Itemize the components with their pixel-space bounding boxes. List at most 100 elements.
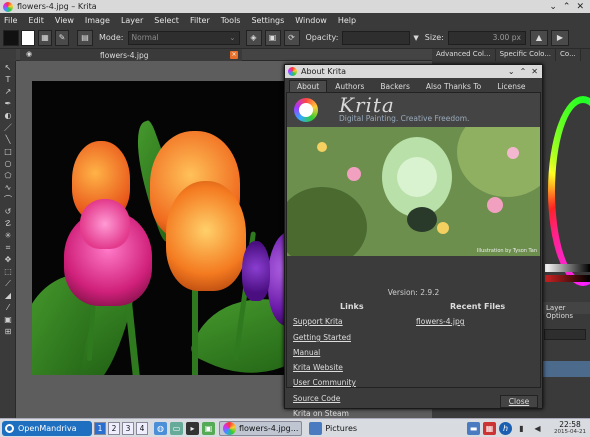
dialog-close-icon[interactable]: ✕: [531, 67, 538, 76]
polygon-tool-icon[interactable]: ⬠: [3, 171, 13, 180]
document-tab[interactable]: ◉ flowers-4.jpg ×: [20, 49, 242, 61]
recent-file-item[interactable]: flowers-4.jpg: [416, 317, 465, 326]
freehand-brush-icon[interactable]: ／: [3, 123, 13, 132]
color-picker-icon[interactable]: ⁄: [3, 303, 13, 312]
crop-tool-icon[interactable]: ⌗: [3, 243, 13, 252]
preserve-alpha-icon[interactable]: ▣: [264, 29, 281, 46]
app-launcher-icon[interactable]: ▣: [202, 421, 215, 435]
start-menu-button[interactable]: OpenMandriva: [2, 420, 92, 436]
assistant-tool-icon[interactable]: ▣: [3, 315, 13, 324]
layer-options-label[interactable]: Layer Options: [540, 302, 590, 320]
terminal-icon[interactable]: ▸: [186, 421, 199, 435]
minimize-icon[interactable]: ⌄: [549, 2, 557, 12]
tab-thanks[interactable]: Also Thanks To: [418, 80, 489, 92]
reload-preset-icon[interactable]: ⟳: [283, 29, 300, 46]
menu-filter[interactable]: Filter: [190, 16, 210, 25]
clock[interactable]: 22:58 2015-04-21: [554, 420, 586, 435]
dynamic-brush-icon[interactable]: ☡: [3, 219, 13, 228]
background-color-swatch[interactable]: [21, 29, 35, 46]
layer-options-text: Layer Options: [546, 304, 574, 320]
desktop-4[interactable]: 4: [136, 421, 148, 435]
mirror-icon[interactable]: ▲: [529, 29, 548, 46]
taskbar-task-pictures[interactable]: Pictures: [306, 421, 360, 436]
dock-tab-specific-color[interactable]: Specific Colo...: [496, 49, 557, 61]
bezier-tool-icon[interactable]: ⌒: [3, 195, 13, 204]
play-icon[interactable]: ▶: [550, 29, 569, 46]
blend-mode-select[interactable]: Normal ⌄: [127, 30, 240, 45]
menu-window[interactable]: Window: [295, 16, 327, 25]
polyline-tool-icon[interactable]: ∿: [3, 183, 13, 192]
tab-authors[interactable]: Authors: [327, 80, 372, 92]
fill-tool-icon[interactable]: ◢: [3, 291, 13, 300]
volume-icon[interactable]: ◀: [531, 422, 544, 435]
eraser-mode-icon[interactable]: ◈: [245, 29, 262, 46]
recent-files-heading: Recent Files: [450, 302, 506, 311]
multibrush-icon[interactable]: ✳: [3, 231, 13, 240]
edit-shapes-icon[interactable]: ↗: [3, 87, 13, 96]
select-shapes-icon[interactable]: ↖: [3, 63, 13, 72]
size-slider[interactable]: 3.00 px: [447, 30, 526, 45]
calligraphy-icon[interactable]: ✒: [3, 99, 13, 108]
dock-tab-advanced-color[interactable]: Advanced Col...: [432, 49, 496, 61]
pattern-icon[interactable]: ▤: [77, 29, 93, 46]
hp-printer-icon[interactable]: ℎ: [499, 421, 512, 435]
red-gradient-bar[interactable]: [545, 275, 590, 282]
close-window-icon[interactable]: ✕: [576, 2, 584, 12]
ellipse-tool-icon[interactable]: ○: [3, 159, 13, 168]
desktop-1[interactable]: 1: [94, 421, 106, 435]
gradient-icon[interactable]: ▦: [38, 29, 52, 46]
maximize-icon[interactable]: ⌃: [563, 2, 571, 12]
updates-icon[interactable]: ▦: [483, 421, 496, 435]
splash-credit: Illustration by Tyson Tan: [476, 248, 537, 254]
foreground-color-swatch[interactable]: [3, 29, 19, 46]
dock-tab-color[interactable]: Co...: [556, 49, 581, 61]
opacity-slider[interactable]: [342, 30, 411, 45]
desktop-2[interactable]: 2: [108, 421, 120, 435]
browser-icon[interactable]: ◍: [154, 421, 167, 435]
link-krita-website[interactable]: Krita Website: [293, 363, 343, 372]
dialog-maximize-icon[interactable]: ⌃: [520, 67, 527, 76]
menu-image[interactable]: Image: [85, 16, 110, 25]
tab-backers[interactable]: Backers: [372, 80, 418, 92]
text-tool-icon[interactable]: T: [3, 75, 13, 84]
transform-tool-icon[interactable]: ⬚: [3, 267, 13, 276]
gray-gradient-bar[interactable]: [545, 264, 590, 272]
menu-select[interactable]: Select: [154, 16, 179, 25]
menu-layer[interactable]: Layer: [121, 16, 143, 25]
battery-icon[interactable]: ▮: [515, 422, 528, 435]
dialog-minimize-icon[interactable]: ⌄: [508, 67, 515, 76]
line-tool-icon[interactable]: ╲: [3, 135, 13, 144]
menu-view[interactable]: View: [55, 16, 74, 25]
brush-preset-icon[interactable]: ✎: [55, 29, 69, 46]
rectangle-tool-icon[interactable]: □: [3, 147, 13, 156]
close-button[interactable]: Close: [500, 395, 538, 408]
file-manager-icon[interactable]: ▭: [170, 421, 183, 435]
desktop-3[interactable]: 3: [122, 421, 134, 435]
menu-tools[interactable]: Tools: [221, 16, 241, 25]
opacity-dropdown-icon[interactable]: ▼: [413, 34, 418, 42]
link-support-krita[interactable]: Support Krita: [293, 317, 343, 326]
measure-tool-icon[interactable]: ⟋: [3, 279, 13, 288]
tab-license[interactable]: License: [489, 80, 533, 92]
document-tab-bar: ◉ flowers-4.jpg ×: [16, 49, 432, 61]
menu-settings[interactable]: Settings: [251, 16, 284, 25]
document-tab-name: flowers-4.jpg: [100, 50, 149, 60]
taskbar-task-krita[interactable]: flowers-4.jpg...: [219, 420, 303, 436]
link-getting-started[interactable]: Getting Started: [293, 333, 351, 342]
menu-edit[interactable]: Edit: [28, 16, 44, 25]
link-manual[interactable]: Manual: [293, 348, 320, 357]
menu-file[interactable]: File: [4, 16, 17, 25]
menu-help[interactable]: Help: [338, 16, 356, 25]
move-tool-icon[interactable]: ✥: [3, 255, 13, 264]
grid-tool-icon[interactable]: ⊞: [3, 327, 13, 336]
krita-logo-center: [299, 103, 313, 117]
krita-task-icon: [223, 421, 236, 435]
layer-blend-combo[interactable]: [544, 329, 586, 340]
freehand-path-icon[interactable]: ↺: [3, 207, 13, 216]
network-icon[interactable]: ▬: [467, 421, 480, 435]
layer-row-selected[interactable]: [540, 361, 590, 377]
close-document-icon[interactable]: ×: [230, 51, 238, 59]
link-user-community[interactable]: User Community: [293, 378, 356, 387]
gradient-tool-icon[interactable]: ◐: [3, 111, 13, 120]
tab-about[interactable]: About: [289, 80, 328, 92]
